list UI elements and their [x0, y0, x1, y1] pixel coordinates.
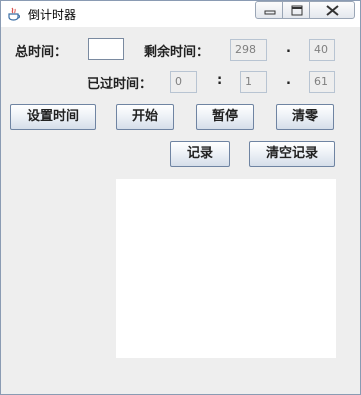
- remaining-minutes-field[interactable]: 298: [230, 39, 267, 61]
- remaining-separator: .: [286, 41, 291, 56]
- set-time-button[interactable]: 设置时间: [10, 104, 96, 130]
- maximize-icon: [291, 5, 303, 16]
- remaining-seconds-field[interactable]: 40: [309, 39, 335, 61]
- start-button[interactable]: 开始: [116, 104, 174, 130]
- elapsed-hours-field[interactable]: 0: [170, 71, 197, 93]
- minimize-button[interactable]: [255, 1, 283, 19]
- elapsed-separator-colon: :: [217, 73, 223, 88]
- java-app-icon: [7, 6, 21, 21]
- title-bar[interactable]: 倒计时器: [1, 1, 360, 27]
- clear-records-button[interactable]: 清空记录: [249, 141, 335, 167]
- elapsed-seconds-field[interactable]: 61: [309, 71, 335, 93]
- window-title: 倒计时器: [28, 8, 77, 22]
- elapsed-minutes-field[interactable]: 1: [240, 71, 267, 93]
- records-text-area[interactable]: [116, 179, 336, 358]
- elapsed-separator-dot: .: [286, 73, 291, 88]
- total-time-input[interactable]: [88, 38, 124, 60]
- maximize-button[interactable]: [282, 1, 310, 19]
- countdown-window: 倒计时器 总时间： 剩余时间： 298 . 40 已过时间： 0 : 1 . 6…: [0, 0, 361, 395]
- record-button[interactable]: 记录: [170, 141, 230, 167]
- minimize-icon: [264, 10, 276, 15]
- pause-button[interactable]: 暂停: [196, 104, 254, 130]
- elapsed-time-label: 已过时间：: [87, 77, 153, 92]
- remaining-time-label: 剩余时间：: [144, 45, 210, 60]
- close-button[interactable]: [309, 1, 355, 19]
- total-time-label: 总时间：: [15, 45, 68, 60]
- close-icon: [326, 5, 339, 16]
- reset-button[interactable]: 清零: [276, 104, 334, 130]
